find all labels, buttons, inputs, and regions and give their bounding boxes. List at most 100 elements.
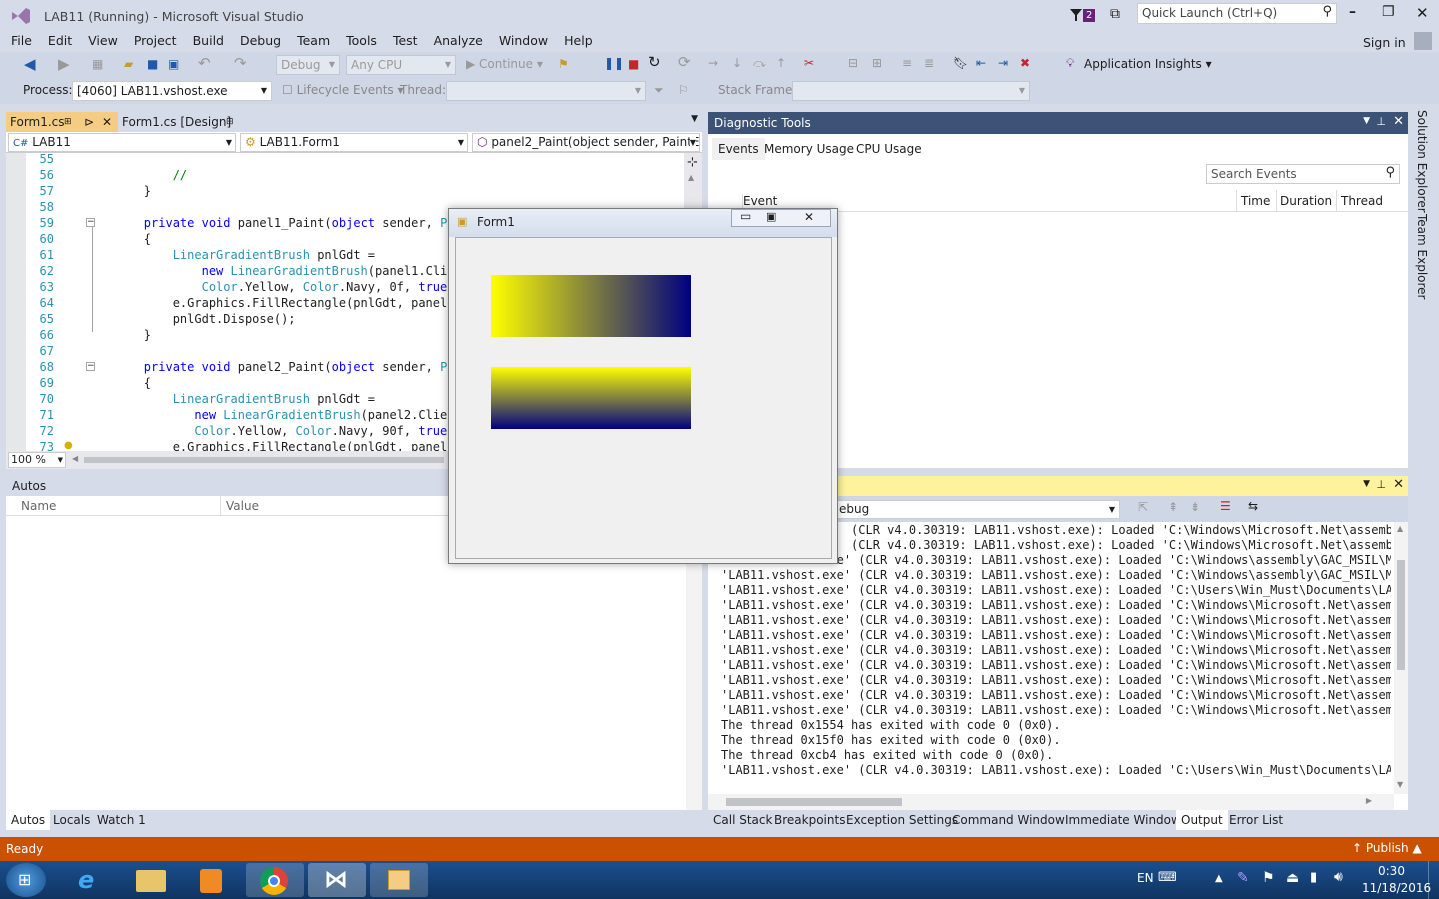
media-player-taskbar-button[interactable] <box>182 863 240 897</box>
feedback-icon[interactable]: ⧉ <box>1110 6 1120 22</box>
horizontal-scroll-thumb[interactable] <box>84 457 444 463</box>
undo-icon[interactable]: ↶ <box>198 53 211 73</box>
panel-menu-icon[interactable]: ▼ <box>1363 479 1370 489</box>
network-icon[interactable]: ▮ <box>1310 870 1317 885</box>
process-dropdown[interactable]: [4060] LAB11.vshost.exe ▼ <box>72 81 272 101</box>
tab-watch1[interactable]: Watch 1 <box>92 810 151 830</box>
notification-flag-icon[interactable] <box>1068 7 1084 23</box>
tab-exception-settings[interactable]: Exception Settings <box>841 810 963 830</box>
menu-analyze[interactable]: Analyze <box>426 32 491 50</box>
safely-remove-icon[interactable]: ⏏ <box>1286 870 1299 886</box>
word-wrap-icon[interactable]: ⇆ <box>1248 499 1258 513</box>
tab-output[interactable]: Output <box>1176 810 1228 830</box>
tab-dock-icon[interactable]: ⊳ <box>84 112 94 132</box>
pin-icon[interactable]: ⊞ <box>64 112 72 132</box>
col-duration[interactable]: Duration <box>1280 194 1332 208</box>
new-project-icon[interactable]: ▦ <box>92 54 103 74</box>
tray-app-icon[interactable]: ✎ <box>1237 870 1249 886</box>
menu-test[interactable]: Test <box>385 32 426 50</box>
user-avatar[interactable] <box>1414 32 1432 50</box>
col-name[interactable]: Name <box>21 499 56 513</box>
step-over-icon[interactable]: ⤼ <box>753 53 766 73</box>
output-panel[interactable]: ' (CLR v4.0.30319: LAB11.vshost.exe): Lo… <box>708 522 1408 810</box>
quick-launch-input[interactable]: Quick Launch (Ctrl+Q) ⚲ <box>1137 3 1337 24</box>
thread-dropdown[interactable]: ▼ <box>446 81 646 101</box>
show-desktop-button[interactable] <box>1428 861 1439 899</box>
tab-close-icon[interactable]: ✕ <box>102 112 112 132</box>
close-button[interactable]: ✕ <box>804 210 814 224</box>
tab-immediate-window[interactable]: Immediate Window <box>1060 810 1186 830</box>
clear-bookmarks-icon[interactable]: ✖ <box>1020 53 1030 73</box>
col-time[interactable]: Time <box>1241 194 1270 208</box>
solution-explorer-tab[interactable]: Solution Explorer <box>1415 110 1429 213</box>
flag-thread-icon[interactable]: ⚐ <box>678 80 689 100</box>
menu-project[interactable]: Project <box>126 32 185 50</box>
project-dropdown[interactable]: C# LAB11 ▼ <box>8 133 236 152</box>
pin-icon[interactable]: ⊥ <box>1376 115 1386 128</box>
show-next-statement-icon[interactable]: → <box>708 53 718 73</box>
uncomment-icon[interactable]: ≣ <box>924 53 934 73</box>
step-into-icon[interactable]: ↓ <box>732 53 742 73</box>
scroll-up-icon[interactable]: ▲ <box>1397 524 1403 533</box>
output-vscrollbar[interactable]: ▲ ▼ <box>1394 522 1408 794</box>
tab-breakpoints[interactable]: Breakpoints <box>769 810 850 830</box>
hex-icon[interactable]: ⊟ <box>848 53 858 73</box>
bookmark-icon[interactable]: 🔖︎ <box>953 53 968 73</box>
col-value[interactable]: Value <box>226 499 259 513</box>
stack-frame-dropdown[interactable]: ▼ <box>792 81 1030 101</box>
team-explorer-tab[interactable]: Team Explorer <box>1415 214 1429 300</box>
zoom-dropdown[interactable]: 100 % ▼ <box>8 452 66 468</box>
tab-command-window[interactable]: Command Window <box>947 810 1070 830</box>
pause-icon[interactable]: ❚❚ <box>604 53 624 73</box>
menu-debug[interactable]: Debug <box>232 32 289 50</box>
minimize-button[interactable]: ▭ <box>740 209 751 223</box>
tab-cpu-usage[interactable]: CPU Usage <box>856 142 922 156</box>
scroll-up-icon[interactable]: ▲ <box>688 173 694 182</box>
close-icon[interactable]: ✕ <box>1393 477 1404 492</box>
collapse-icon[interactable]: − <box>86 362 95 371</box>
minimize-button[interactable]: – <box>1349 4 1356 20</box>
prev-message-icon[interactable]: ⇞ <box>1168 500 1178 514</box>
member-dropdown[interactable]: ⬡ panel2_Paint(object sender, PaintEve ▼ <box>472 133 700 152</box>
comment-icon[interactable]: ≡ <box>902 53 912 73</box>
restart-icon[interactable]: ↻ <box>648 52 661 72</box>
prev-bookmark-icon[interactable]: ⇤ <box>976 53 986 73</box>
menu-window[interactable]: Window <box>491 32 556 50</box>
lifecycle-events-button[interactable]: ☐ Lifecycle Events ▾ <box>282 80 404 100</box>
volume-icon[interactable]: 🔊︎ <box>1334 869 1343 885</box>
action-center-icon[interactable]: ⚑ <box>1262 870 1275 886</box>
tab-events[interactable]: Events <box>712 138 765 160</box>
tab-memory-usage[interactable]: Memory Usage <box>764 142 854 156</box>
class-dropdown[interactable]: ⚙ LAB11.Form1 ▼ <box>240 133 468 152</box>
platform-dropdown[interactable]: Any CPU ▼ <box>346 55 456 75</box>
internet-explorer-taskbar-button[interactable]: e <box>62 863 120 897</box>
tab-form1-design[interactable]: Form1.cs [Design] ⊞ <box>118 112 244 132</box>
clear-all-icon[interactable]: ☰ <box>1220 499 1231 513</box>
filter-icon[interactable]: ⏷ <box>654 80 664 100</box>
save-all-icon[interactable]: ▣ <box>168 54 179 74</box>
language-indicator[interactable]: EN <box>1137 871 1154 885</box>
tab-locals[interactable]: Locals <box>48 810 95 830</box>
panel-menu-icon[interactable]: ▼ <box>1363 116 1370 126</box>
maximize-button[interactable]: ▣ <box>766 210 776 223</box>
step-out-icon[interactable]: ↑ <box>776 53 786 73</box>
split-icon[interactable]: ⊹ <box>687 155 698 170</box>
lightbulb-icon[interactable]: ● <box>64 440 73 451</box>
app-insights-button[interactable]: Application Insights ▾ <box>1084 54 1212 74</box>
next-message-icon[interactable]: ⇟ <box>1190 500 1200 514</box>
tab-form1-cs[interactable]: Form1.cs ⊞ ⊳ ✕ <box>6 112 118 132</box>
tab-overflow-icon[interactable]: ▼ <box>691 114 698 124</box>
publish-button[interactable]: ↑ Publish ▲ <box>1352 841 1422 855</box>
chrome-taskbar-button[interactable] <box>246 863 304 897</box>
scroll-right-icon[interactable]: ▶ <box>1366 796 1372 805</box>
menu-tools[interactable]: Tools <box>338 32 385 50</box>
exceptions-icon[interactable]: ✂ <box>804 53 814 73</box>
form1-taskbar-button[interactable] <box>370 863 428 897</box>
menu-file[interactable]: File <box>3 32 40 50</box>
scroll-left-icon[interactable]: ◀ <box>72 454 78 463</box>
output-source-dropdown[interactable]: ebug ▼ <box>834 500 1120 519</box>
save-icon[interactable]: ■ <box>147 54 158 74</box>
file-explorer-taskbar-button[interactable] <box>122 863 180 897</box>
continue-button[interactable]: ▶ Continue ▾ <box>466 54 543 74</box>
sign-in-link[interactable]: Sign in <box>1355 34 1414 52</box>
